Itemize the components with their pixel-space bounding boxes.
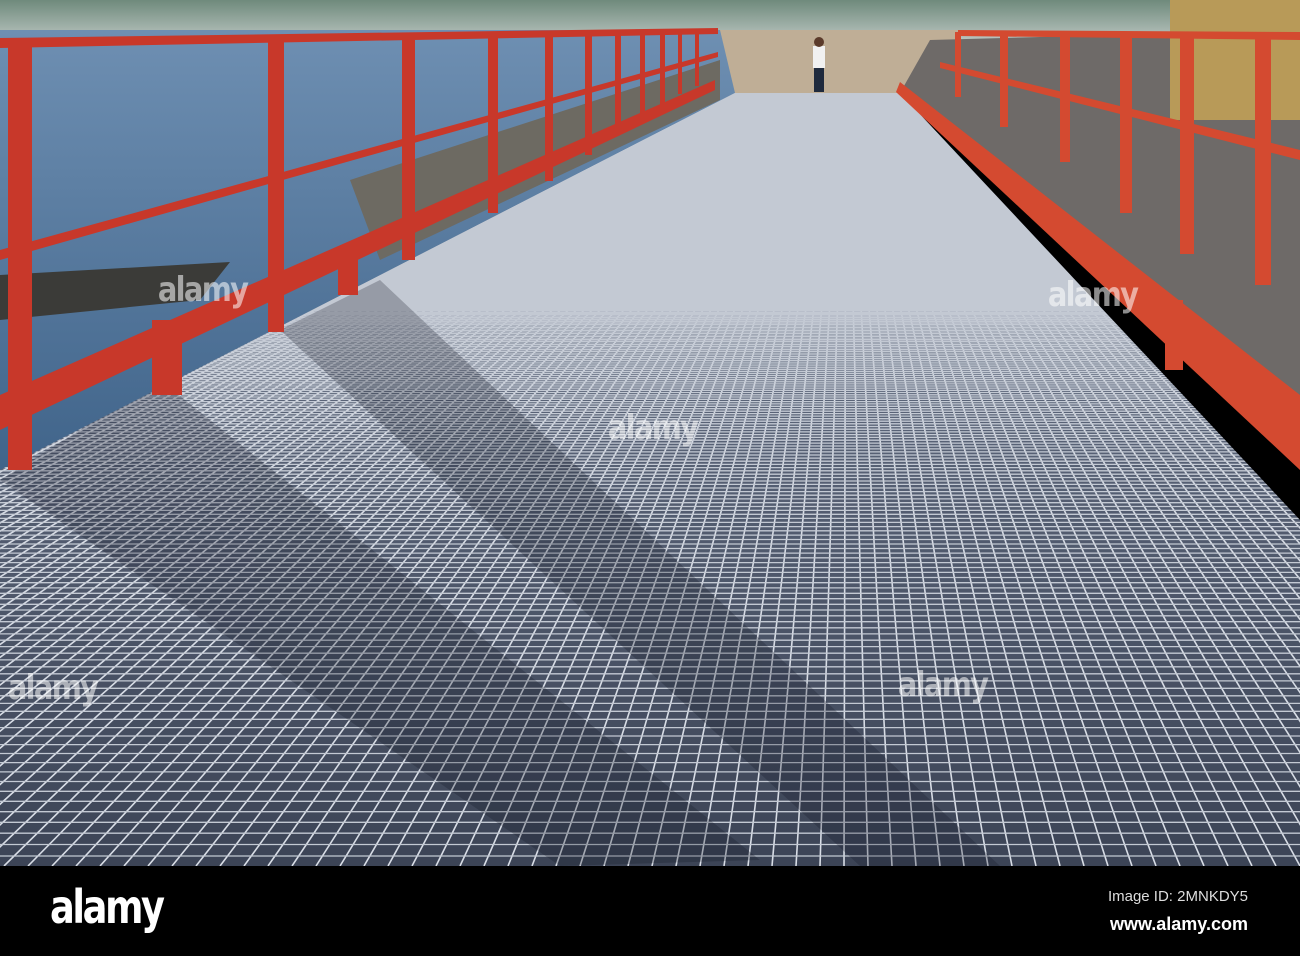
watermark: alamy [607,408,699,448]
watermark: alamy [7,668,99,708]
photo: alamy alamy alamy alamy alamy alamy alam… [0,0,1300,956]
watermark: alamy [897,665,989,705]
website-link[interactable]: www.alamy.com [1110,914,1248,935]
image-id: Image ID: 2MNKDY5 [1107,888,1248,905]
watermark: alamy [157,270,249,310]
alamy-logo: alamy [50,880,165,934]
watermark: alamy [1047,275,1139,315]
footer-bar: alamy Image ID: 2MNKDY5 www.alamy.com [0,866,1300,956]
